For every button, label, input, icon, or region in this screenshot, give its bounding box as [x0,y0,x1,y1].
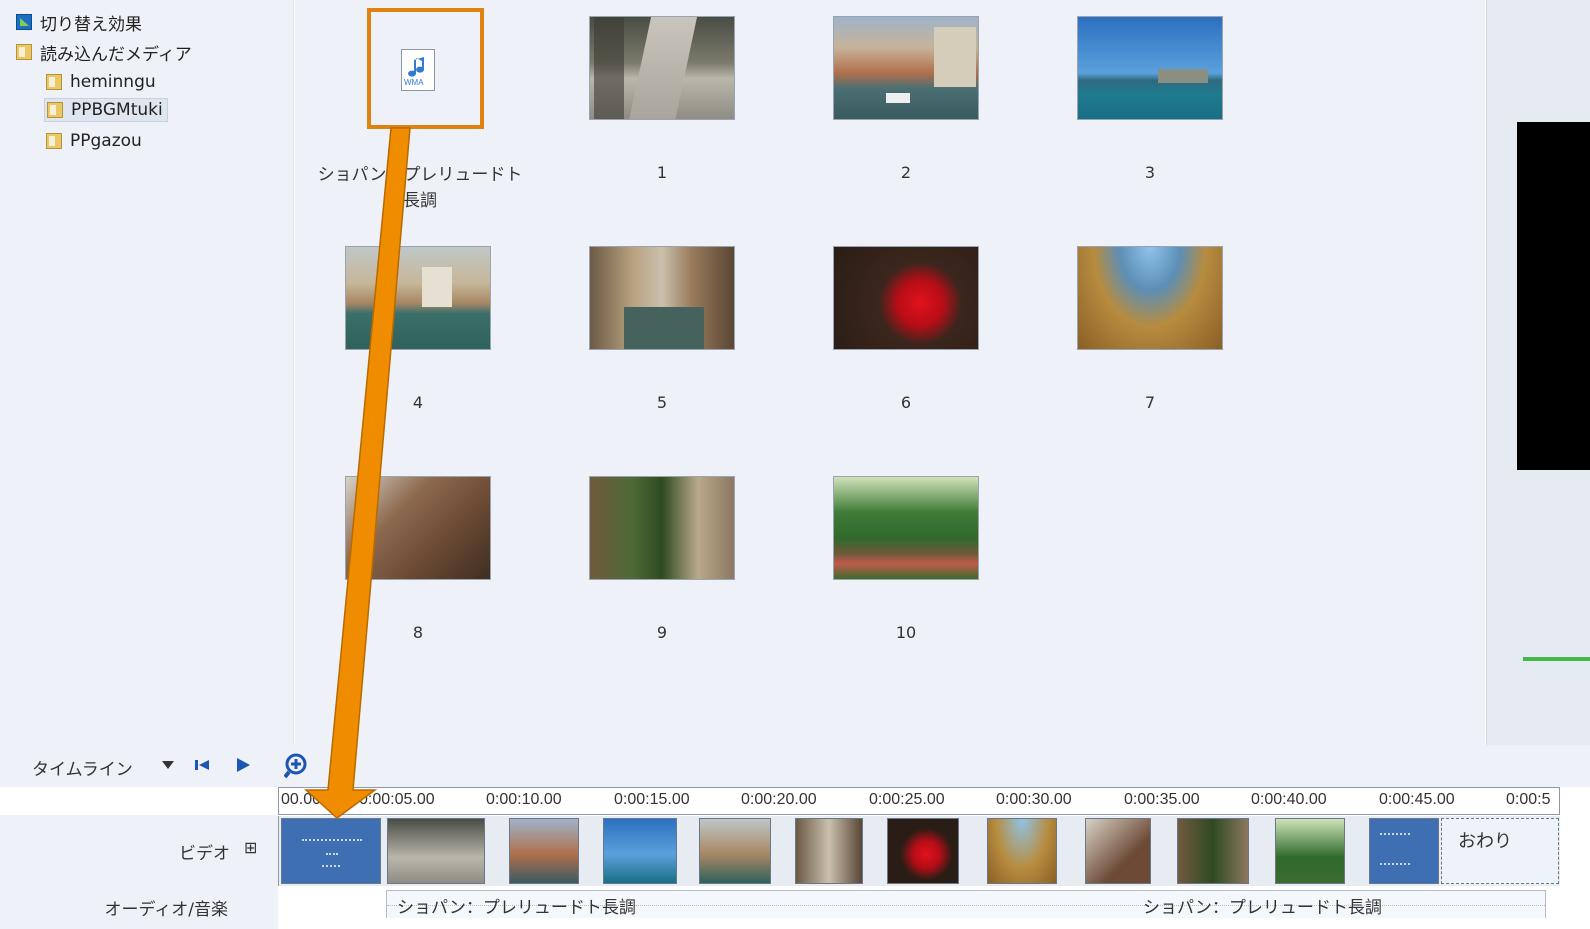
tree-item-heminngu[interactable]: heminngu [46,70,156,94]
video-clip[interactable] [987,818,1057,884]
tree-item-label: PPgazou [70,131,142,151]
video-track-label: ビデオ [179,844,230,864]
image-thumbnail [589,16,735,120]
timeline-label: タイムライン [32,760,133,780]
track-labels: ビデオ ⊞ オーディオ/音楽 [0,815,278,929]
folder-icon [47,102,63,118]
tree-item-ppgazou[interactable]: PPgazou [46,129,142,153]
ruler-tick-label: 0:00:15.00 [614,791,690,808]
image-caption: 6 [900,393,912,412]
image-caption: 1 [656,163,668,182]
video-clip[interactable] [1085,818,1151,884]
audio-track[interactable]: ショパン：プレリュードト長調 ショパン：プレリュードト長調 [278,888,1560,918]
ruler-tick-label: 0:00:05.00 [359,791,435,808]
image-caption: 9 [656,623,668,642]
preview-pane [1486,0,1590,745]
video-clip[interactable] [699,818,771,884]
image-caption: 3 [1144,163,1156,182]
video-clip[interactable] [887,818,959,884]
video-clip[interactable] [603,818,677,884]
tree-item-label: heminngu [70,72,156,92]
play-icon[interactable] [234,757,252,773]
ruler-tick-label: 0:00:30.00 [996,791,1072,808]
folder-icon [46,133,62,149]
zoom-out-icon[interactable] [330,753,356,779]
transition-icon [16,14,32,30]
ruler-tick-label: 0:00:20.00 [741,791,817,808]
video-clip[interactable] [1177,818,1249,884]
image-thumbnail [833,246,979,350]
expand-icon[interactable]: ⊞ [244,838,257,857]
image-thumbnail [1077,16,1223,120]
audio-file-caption-line2: 長調 [403,191,437,211]
folder-icon [46,74,62,90]
tree-item-transitions[interactable]: 切り替え効果 [16,10,142,35]
image-thumbnail [833,16,979,120]
ending-clip-text: おわり [1458,831,1512,852]
image-caption: 2 [900,163,912,182]
collections-tree: 切り替え効果 読み込んだメディア heminngu PPBGMtuki PPga… [0,0,294,745]
tree-item-label: 切り替え効果 [40,14,142,35]
image-thumbnail [833,476,979,580]
image-caption: 7 [1144,393,1156,412]
image-caption: 10 [895,623,917,642]
video-track[interactable]: おわり [278,816,1560,886]
tree-item-ppbgmtuki[interactable]: PPBGMtuki [44,98,168,122]
audio-clip-text: ショパン：プレリュードト長調 [397,898,636,918]
tree-item-imported-media[interactable]: 読み込んだメディア [16,40,192,65]
ruler-tick-label: 0:00:5 [1506,791,1551,808]
preview-screen [1517,122,1590,470]
ruler-tick-label: 0:00:45.00 [1379,791,1455,808]
ending-clip[interactable]: おわり [1441,818,1559,884]
highlight-box [367,8,484,129]
tree-item-label: PPBGMtuki [71,100,163,120]
timeline-ruler[interactable]: 00.00 0:00:05.00 0:00:10.00 0:00:15.00 0… [278,787,1560,815]
timeline-panel: タイムライン 00.00 0:00:05.00 0:00:10.00 0:00:… [0,745,1590,929]
video-clip[interactable] [795,818,863,884]
audio-file-caption: ショパン：プレリュードト [317,165,523,185]
ruler-tick-label: 0:00:25.00 [869,791,945,808]
credits-clip[interactable] [1369,818,1439,884]
folder-icon [16,44,32,60]
ruler-tick-label: 0:00:35.00 [1124,791,1200,808]
dropdown-arrow-icon[interactable] [160,757,176,773]
audio-track-label: オーディオ/音楽 [104,900,228,920]
image-thumbnail [345,476,491,580]
audio-clip-text-repeat: ショパン：プレリュードト長調 [1143,898,1382,918]
image-caption: 4 [412,393,424,412]
image-caption: 8 [412,623,424,642]
ruler-tick-label: 0:00:40.00 [1251,791,1327,808]
title-clip[interactable] [281,818,381,884]
image-caption: 5 [656,393,668,412]
video-clip[interactable] [1275,818,1345,884]
image-thumbnail [345,246,491,350]
image-thumbnail [589,476,735,580]
image-thumbnail [589,246,735,350]
video-clip[interactable] [387,818,485,884]
tree-item-label: 読み込んだメディア [40,44,192,65]
image-thumbnail [1077,246,1223,350]
video-clip[interactable] [509,818,579,884]
ruler-tick-label: 00.00 [281,791,322,808]
ruler-tick-label: 0:00:10.00 [486,791,562,808]
zoom-in-icon[interactable] [284,753,310,779]
audio-clip[interactable]: ショパン：プレリュードト長調 ショパン：プレリュードト長調 [386,890,1546,918]
rewind-icon[interactable] [194,757,212,773]
timeline-toolbar: タイムライン [0,745,1590,787]
preview-progress-bar[interactable] [1523,657,1590,661]
